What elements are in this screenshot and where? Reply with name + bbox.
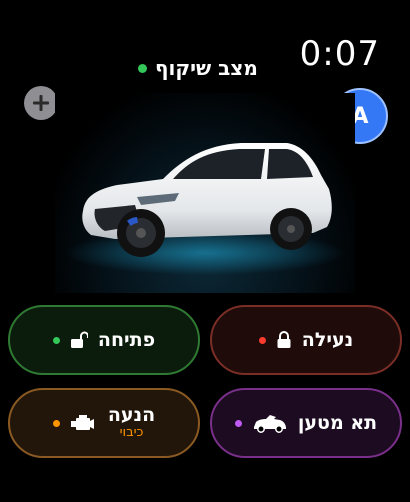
unlock-label: פתיחה bbox=[97, 329, 156, 351]
trunk-status-dot bbox=[234, 419, 242, 427]
car-trunk-icon bbox=[253, 415, 286, 433]
car-illustration bbox=[65, 143, 345, 275]
add-button[interactable] bbox=[24, 86, 58, 120]
lock-button[interactable]: נעילה bbox=[210, 305, 402, 375]
lock-status-dot bbox=[258, 336, 266, 344]
engine-labels: הנעה כיבוי bbox=[107, 403, 156, 442]
engine-icon bbox=[70, 415, 94, 430]
engine-start-button[interactable]: הנעה כיבוי bbox=[8, 388, 200, 458]
engine-sublabel: כיבוי bbox=[119, 425, 144, 441]
mirror-mode-label: מצב שיקוף bbox=[155, 56, 258, 80]
plus-icon bbox=[33, 95, 49, 111]
trunk-label: תא מטען bbox=[297, 412, 378, 434]
unlock-icon bbox=[70, 331, 88, 348]
clock-time: 0:07 bbox=[299, 34, 380, 74]
mirror-mode-status: מצב שיקוף bbox=[138, 56, 258, 80]
trunk-button[interactable]: תא מטען bbox=[210, 388, 402, 458]
unlock-status-dot bbox=[52, 336, 60, 344]
engine-status-dot bbox=[52, 419, 60, 427]
lock-icon bbox=[277, 331, 291, 348]
unlock-button[interactable]: פתיחה bbox=[8, 305, 200, 375]
vehicle-image bbox=[55, 93, 355, 293]
mirror-mode-indicator-dot bbox=[138, 63, 147, 73]
lock-label: נעילה bbox=[301, 329, 354, 351]
engine-label: הנעה bbox=[107, 403, 156, 426]
